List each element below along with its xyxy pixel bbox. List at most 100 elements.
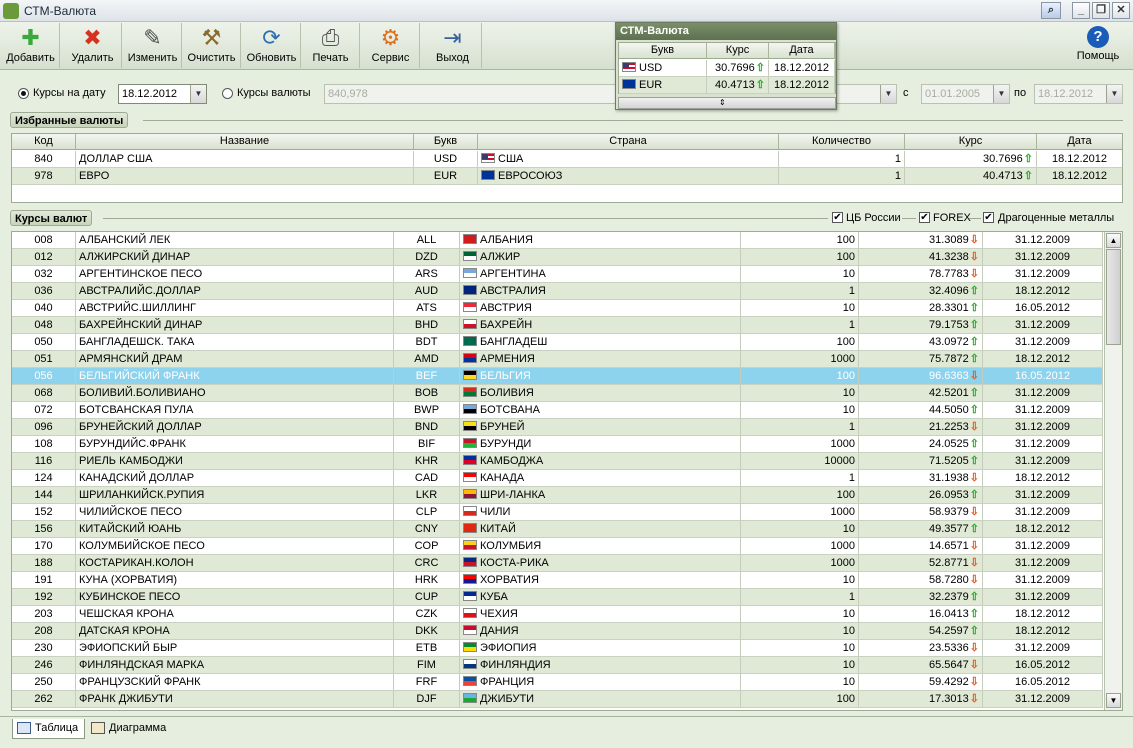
- table-row[interactable]: 192 КУБИНСКОЕ ПЕСО CUP КУБА 1 32.2379⇧ 31.12.2…: [12, 589, 1103, 606]
- chevron-up-down-icon[interactable]: ⇕: [719, 98, 726, 108]
- table-row[interactable]: 170 КОЛУМБИЙСКОЕ ПЕСО COP КОЛУМБИЯ 1000 14.65…: [12, 538, 1103, 555]
- table-row[interactable]: 068 БОЛИВИЙ.БОЛИВИАНО BOB БОЛИВИЯ 10 42.5201⇧…: [12, 385, 1103, 402]
- table-row[interactable]: 036 АВСТРАЛИЙС.ДОЛЛАР AUD АВСТРАЛИЯ 1 32.4096…: [12, 283, 1103, 300]
- restore-button[interactable]: ❐: [1092, 2, 1110, 19]
- rates-popup[interactable]: СТМ-Валюта Букв Курс Дата USD 30.7696⇧ 18.12.…: [615, 22, 837, 110]
- column-header[interactable]: Букв: [414, 134, 478, 149]
- rate-value: 40.4713: [983, 170, 1023, 182]
- table-row[interactable]: 191 КУНА (ХОРВАТИЯ) HRK ХОРВАТИЯ 10 58.7280⇩ 3…: [12, 572, 1103, 589]
- table-row[interactable]: 096 БРУНЕЙСКИЙ ДОЛЛАР BND БРУНЕЙ 1 21.2253⇩ 31…: [12, 419, 1103, 436]
- service-button[interactable]: ⚙ Сервис: [362, 23, 420, 68]
- letters-value: BWP: [413, 404, 440, 416]
- table-row[interactable]: 203 ЧЕШСКАЯ КРОНА CZK ЧЕХИЯ 10 16.0413⇧ 18.12.…: [12, 606, 1103, 623]
- cell-name: ДАТСКАЯ КРОНА: [76, 623, 394, 639]
- table-row[interactable]: 152 ЧИЛИЙСКОЕ ПЕСО CLP ЧИЛИ 1000 58.9379⇩ 31.1…: [12, 504, 1103, 521]
- currency-rates-radio[interactable]: [222, 88, 233, 99]
- table-row[interactable]: 156 КИТАЙСКИЙ ЮАНЬ CNY КИТАЙ 10 49.3577⇧ 18.12…: [12, 521, 1103, 538]
- scroll-up-icon[interactable]: ▲: [1106, 233, 1121, 248]
- column-header[interactable]: Код: [12, 134, 76, 149]
- tab-chart[interactable]: Диаграмма: [87, 719, 172, 739]
- column-header[interactable]: Букв: [619, 43, 707, 58]
- table-row[interactable]: 050 БАНГЛАДЕШСК. ТАКА BDT БАНГЛАДЕШ 100 43.09…: [12, 334, 1103, 351]
- cell-name: БОЛИВИЙ.БОЛИВИАНО: [76, 385, 394, 401]
- table-row[interactable]: 008 АЛБАНСКИЙ ЛЕК ALL АЛБАНИЯ 100 31.3089⇩ 31.…: [12, 232, 1103, 249]
- add-button[interactable]: ✚ Добавить: [2, 23, 60, 68]
- table-row[interactable]: 032 АРГЕНТИНСКОЕ ПЕСО ARS АРГЕНТИНА 10 78.778…: [12, 266, 1103, 283]
- column-header[interactable]: Курс: [707, 43, 769, 58]
- cell-name: БРУНЕЙСКИЙ ДОЛЛАР: [76, 419, 394, 435]
- edit-button[interactable]: ✎ Изменить: [124, 23, 182, 68]
- scroll-thumb[interactable]: [1106, 249, 1121, 345]
- flag-icon: [463, 625, 477, 635]
- popup-title: СТМ-Валюта: [616, 23, 836, 40]
- tab-table[interactable]: Таблица: [12, 719, 86, 739]
- cell-rate: 17.3013⇩: [859, 691, 983, 707]
- table-row[interactable]: EUR 40.4713⇧ 18.12.2012: [619, 77, 835, 94]
- title-bar: СТМ-Валюта ⌕ _ ❐ ✕: [0, 0, 1133, 22]
- table-row[interactable]: 840 ДОЛЛАР США USD США 1 30.7696⇧ 18.12.2012: [12, 151, 1122, 168]
- chevron-down-icon[interactable]: ▼: [1106, 85, 1122, 103]
- column-header[interactable]: Количество: [779, 134, 905, 149]
- cbr-checkbox[interactable]: ✔: [832, 212, 843, 223]
- table-row[interactable]: 250 ФРАНЦУЗСКИЙ ФРАНК FRF ФРАНЦИЯ 10 59.4292⇩…: [12, 674, 1103, 691]
- cell-qty: 1: [741, 317, 859, 333]
- table-row[interactable]: 012 АЛЖИРСКИЙ ДИНАР DZD АЛЖИР 100 41.3238⇩ 31.…: [12, 249, 1103, 266]
- exit-door-button[interactable]: ⇥ Выход: [424, 23, 482, 68]
- table-row[interactable]: 040 АВСТРИЙС.ШИЛЛИНГ ATS АВСТРИЯ 10 28.3301⇧ 1…: [12, 300, 1103, 317]
- table-row[interactable]: 116 РИЕЛЬ КАМБОДЖИ KHR КАМБОДЖА 10000 71.5205…: [12, 453, 1103, 470]
- country-value: ЕВРОСОЮЗ: [498, 170, 563, 182]
- date-combo[interactable]: 18.12.2012 ▼: [118, 84, 207, 104]
- printer-button[interactable]: ⎙ Печать: [302, 23, 360, 68]
- country-value: ЧИЛИ: [480, 506, 511, 518]
- to-date-combo[interactable]: 18.12.2012 ▼: [1034, 84, 1123, 104]
- rate-value: 23.5336: [929, 642, 969, 654]
- popup-scrollbar[interactable]: ⇕: [618, 97, 836, 109]
- table-row[interactable]: 056 БЕЛЬГИЙСКИЙ ФРАНК BEF БЕЛЬГИЯ 100 96.6363…: [12, 368, 1103, 385]
- minimize-button[interactable]: _: [1072, 2, 1090, 19]
- table-row[interactable]: 124 КАНАДСКИЙ ДОЛЛАР CAD КАНАДА 1 31.1938⇩ 18.…: [12, 470, 1103, 487]
- flag-icon: [463, 387, 477, 397]
- table-row[interactable]: 188 КОСТАРИКАН.КОЛОН CRC КОСТА-РИКА 1000 52.8…: [12, 555, 1103, 572]
- broom-button[interactable]: ⚒ Очистить: [183, 23, 241, 68]
- scroll-down-icon[interactable]: ▼: [1106, 693, 1121, 708]
- column-header[interactable]: Дата: [1037, 134, 1122, 149]
- table-row[interactable]: USD 30.7696⇧ 18.12.2012: [619, 60, 835, 77]
- column-header[interactable]: Дата: [769, 43, 835, 58]
- cell-qty: 100: [741, 487, 859, 503]
- date-value: 16.05.2012: [1014, 676, 1071, 688]
- forex-checkbox[interactable]: ✔: [919, 212, 930, 223]
- qty-value: 10: [842, 659, 855, 671]
- delete-button[interactable]: ✖ Удалить: [64, 23, 122, 68]
- metals-checkbox[interactable]: ✔: [983, 212, 994, 223]
- table-row[interactable]: 230 ЭФИОПСКИЙ БЫР ETB ЭФИОПИЯ 10 23.5336⇩ 31.1…: [12, 640, 1103, 657]
- tray-icon[interactable]: ⌕: [1041, 2, 1061, 19]
- table-row[interactable]: 048 БАХРЕЙНСКИЙ ДИНАР BHD БАХРЕЙН 1 79.1753⇧ 3…: [12, 317, 1103, 334]
- chevron-down-icon[interactable]: ▼: [190, 85, 206, 103]
- vertical-scrollbar[interactable]: ▲ ▼: [1104, 232, 1122, 710]
- column-header[interactable]: Название: [76, 134, 414, 149]
- name-value: БОЛИВИЙ.БОЛИВИАНО: [79, 387, 206, 399]
- chevron-down-icon[interactable]: ▼: [880, 85, 896, 103]
- close-button[interactable]: ✕: [1112, 2, 1130, 19]
- column-header[interactable]: Страна: [478, 134, 779, 149]
- rate-value: 30.7696: [715, 62, 755, 74]
- column-header[interactable]: Курс: [905, 134, 1037, 149]
- table-row[interactable]: 246 ФИНЛЯНДСКАЯ МАРКА FIM ФИНЛЯНДИЯ 10 65.564…: [12, 657, 1103, 674]
- from-date-combo[interactable]: 01.01.2005 ▼: [921, 84, 1010, 104]
- table-row[interactable]: 108 БУРУНДИЙС.ФРАНК BIF БУРУНДИ 1000 24.0525⇧…: [12, 436, 1103, 453]
- table-row[interactable]: 978 ЕВРО EUR ЕВРОСОЮЗ 1 40.4713⇧ 18.12.2012: [12, 168, 1122, 185]
- table-row[interactable]: 208 ДАТСКАЯ КРОНА DKK ДАНИЯ 10 54.2597⇧ 18.12.…: [12, 623, 1103, 640]
- table-row[interactable]: 072 БОТСВАНСКАЯ ПУЛА BWP БОТСВАНА 10 44.5050⇧…: [12, 402, 1103, 419]
- globe-refresh-button[interactable]: ⟳ Обновить: [243, 23, 301, 68]
- chevron-down-icon[interactable]: ▼: [993, 85, 1009, 103]
- table-row[interactable]: 144 ШРИЛАНКИЙСК.РУПИЯ LKR ШРИ-ЛАНКА 100 26.09…: [12, 487, 1103, 504]
- table-row[interactable]: 051 АРМЯНСКИЙ ДРАМ AMD АРМЕНИЯ 1000 75.7872⇧ 1…: [12, 351, 1103, 368]
- qty-value: 10: [842, 676, 855, 688]
- cell-country: АВСТРАЛИЯ: [460, 283, 741, 299]
- rates-on-date-radio[interactable]: [18, 88, 29, 99]
- code-value: 152: [34, 506, 53, 518]
- letters-value: CNY: [414, 523, 439, 535]
- cell-code: 048: [12, 317, 76, 333]
- table-row[interactable]: 262 ФРАНК ДЖИБУТИ DJF ДЖИБУТИ 100 17.3013⇩ 31.…: [12, 691, 1103, 708]
- help-button[interactable]: ? Помощь: [1070, 23, 1126, 68]
